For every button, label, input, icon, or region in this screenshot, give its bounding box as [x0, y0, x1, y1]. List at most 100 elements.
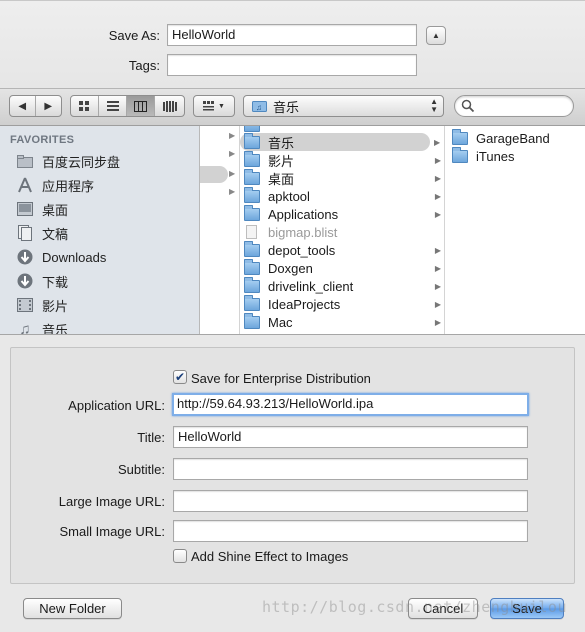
list-item[interactable]: Doxgen ▶ [240, 258, 444, 277]
back-forward-control: ◀ ▶ [9, 95, 62, 117]
list-view-icon [106, 100, 119, 111]
column-1-selection [200, 166, 228, 183]
tags-input[interactable] [167, 54, 417, 76]
favorites-heading: FAVORITES [10, 134, 75, 146]
chevron-right-icon: ▶ [434, 138, 441, 147]
chevron-down-icon: ▼ [218, 102, 225, 110]
search-icon [461, 99, 475, 113]
save-as-input[interactable]: HelloWorld [167, 24, 417, 46]
downloads-icon [16, 273, 34, 289]
save-enterprise-label: Save for Enterprise Distribution [191, 371, 371, 386]
movies-folder-icon [244, 150, 260, 167]
chevron-right-icon: ▶ [434, 173, 441, 183]
search-field[interactable] [454, 95, 574, 117]
save-as-label: Save As: [108, 28, 160, 43]
arrange-menu-button[interactable]: ▼ [193, 95, 235, 117]
folder-icon [244, 240, 260, 257]
sidebar-item-label: Downloads [42, 249, 107, 265]
list-item[interactable]: apktool ▶ [240, 186, 444, 205]
coverflow-view-button[interactable] [155, 96, 184, 116]
list-item[interactable]: depot_tools ▶ [240, 240, 444, 259]
list-item[interactable]: iTunes [445, 146, 585, 165]
arrange-button[interactable]: ▼ [194, 96, 234, 116]
shine-effect-checkbox[interactable] [173, 549, 187, 563]
chevron-right-icon: ▶ [229, 149, 236, 158]
list-item[interactable]: Applications ▶ [240, 204, 444, 223]
location-label: 音乐 [273, 99, 300, 115]
save-enterprise-checkbox[interactable]: ✔ [173, 370, 187, 384]
applications-folder-icon [244, 204, 260, 221]
column-view-button[interactable] [127, 96, 155, 116]
cancel-button[interactable]: Cancel [408, 598, 478, 619]
list-item[interactable]: GarageBand [445, 128, 585, 147]
sidebar: FAVORITES 百度云同步盘 应用程序 桌面 文稿 Downloads 下载… [0, 126, 200, 334]
sidebar-item-label: 桌面 [42, 202, 69, 218]
folder-icon [16, 153, 34, 169]
desktop-folder-icon [244, 168, 260, 185]
list-view-button[interactable] [99, 96, 127, 116]
sidebar-item-label: 影片 [42, 298, 69, 314]
sidebar-item-movies[interactable]: 影片 [16, 294, 68, 316]
back-button[interactable]: ◀ [10, 96, 36, 116]
list-item-label: drivelink_client [268, 278, 354, 294]
chevron-right-icon: ▶ [434, 209, 441, 219]
list-item[interactable]: 音乐 [240, 132, 430, 151]
sidebar-item-applications[interactable]: 应用程序 [16, 174, 94, 196]
folder-icon [244, 294, 260, 311]
folder-icon [452, 146, 468, 163]
chevron-right-icon: ▶ [229, 187, 236, 196]
list-item-label: Doxgen [268, 260, 313, 276]
movies-icon [16, 297, 34, 313]
list-item[interactable]: IdeaProjects ▶ [240, 294, 444, 313]
list-item-label: 音乐 [268, 135, 295, 151]
sidebar-item-baidu[interactable]: 百度云同步盘 [16, 150, 120, 172]
sidebar-item-music[interactable]: ♫ 音乐 [16, 318, 68, 335]
list-item[interactable]: 影片 ▶ [240, 150, 444, 169]
list-item-label: 桌面 [268, 171, 295, 187]
browser-column-3: GarageBand iTunes [445, 126, 585, 334]
view-mode-control [70, 95, 185, 117]
sidebar-item-desktop[interactable]: 桌面 [16, 198, 68, 220]
new-folder-button[interactable]: New Folder [23, 598, 122, 619]
sidebar-item-downloads[interactable]: Downloads [16, 246, 106, 268]
large-image-url-input[interactable] [173, 490, 528, 512]
chevron-right-icon: ▶ [434, 155, 441, 165]
chevron-right-icon: ▶ [434, 299, 441, 309]
sidebar-item-xiazai[interactable]: 下载 [16, 270, 68, 292]
title-label: Title: [137, 430, 165, 445]
subtitle-input[interactable] [173, 458, 528, 480]
chevron-right-icon: ▶ [229, 131, 236, 140]
list-item-label: apktool [268, 188, 310, 204]
icon-view-button[interactable] [71, 96, 99, 116]
arrange-icon [203, 101, 215, 111]
expand-dialog-button[interactable]: ▲ [426, 26, 446, 45]
icon-view-icon [79, 100, 89, 111]
sidebar-item-documents[interactable]: 文稿 [16, 222, 68, 244]
forward-button[interactable]: ▶ [36, 96, 61, 116]
small-image-url-input[interactable] [173, 520, 528, 542]
location-popup[interactable]: ♫ 音乐 ▲ ▼ [243, 95, 444, 117]
application-url-input[interactable]: http://59.64.93.213/HelloWorld.ipa [172, 393, 529, 416]
folder-icon [452, 128, 468, 145]
chevron-right-icon: ▶ [434, 191, 441, 201]
list-item[interactable]: Mac ▶ [240, 312, 444, 331]
browser-column-2: 音乐 ▶ 影片 ▶ 桌面 ▶ apktool ▶ Applications ▶ … [240, 126, 445, 334]
chevron-right-icon: ▶ [434, 317, 441, 327]
list-item-label: Applications [268, 206, 339, 222]
list-item-label: iTunes [476, 148, 515, 164]
documents-icon [16, 225, 34, 241]
music-icon: ♫ [19, 320, 31, 335]
music-folder-icon: ♫ [252, 101, 267, 112]
folder-icon [244, 276, 260, 293]
small-image-url-label: Small Image URL: [59, 524, 165, 539]
list-item-label: bigmap.blist [268, 224, 338, 240]
document-icon [246, 225, 257, 239]
application-url-label: Application URL: [68, 398, 165, 413]
desktop-icon [16, 201, 34, 217]
music-folder-icon [244, 132, 260, 149]
list-item[interactable]: drivelink_client ▶ [240, 276, 444, 295]
applications-icon [16, 177, 34, 193]
save-button[interactable]: Save [490, 598, 564, 619]
list-item[interactable]: 桌面 ▶ [240, 168, 444, 187]
title-input[interactable]: HelloWorld [173, 426, 528, 448]
